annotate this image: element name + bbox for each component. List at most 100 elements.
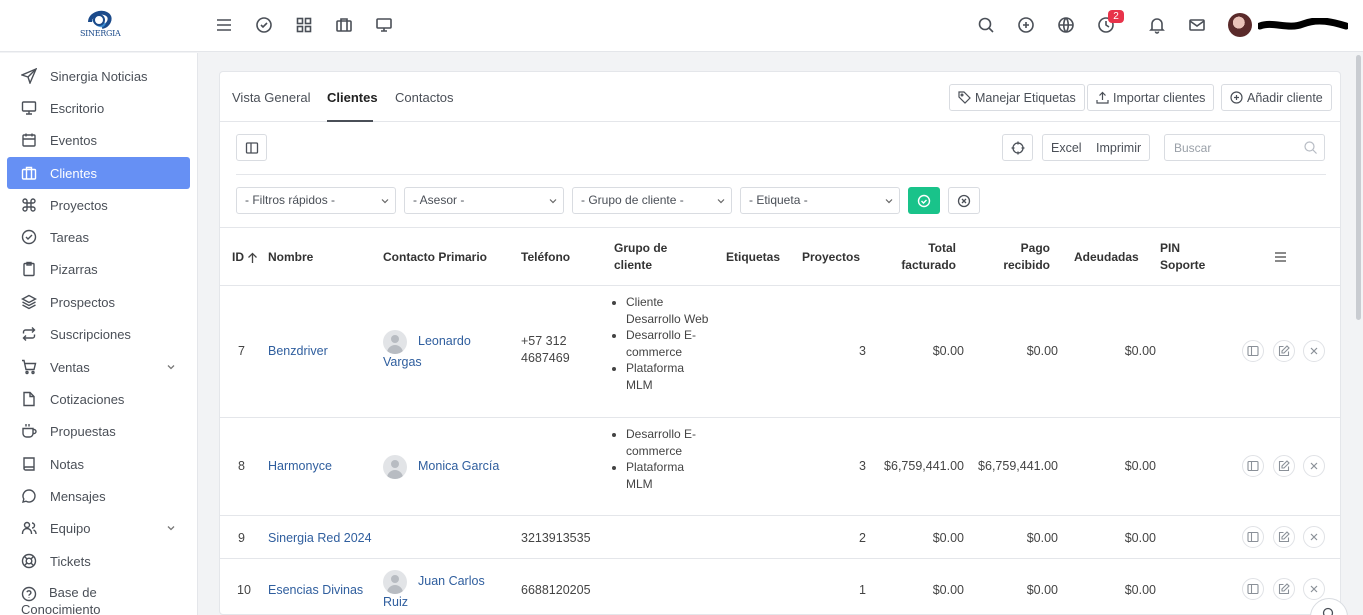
delete-button[interactable] xyxy=(1303,455,1325,477)
toggle-columns-button[interactable] xyxy=(236,134,267,161)
sidebar-item-prospectos[interactable]: Prospectos xyxy=(7,286,190,318)
quick-filter-select[interactable]: - Filtros rápidos - xyxy=(236,187,396,214)
tab-vista-general[interactable]: Vista General xyxy=(232,90,311,105)
contact-link-line2[interactable]: Vargas xyxy=(383,354,422,371)
tab-clientes[interactable]: Clientes xyxy=(327,90,378,105)
bell-icon[interactable] xyxy=(1148,16,1166,34)
user-name-redacted[interactable] xyxy=(1258,18,1348,32)
view-button[interactable] xyxy=(1242,526,1264,548)
search-input[interactable] xyxy=(1165,135,1295,160)
sidebar-item-noticias[interactable]: Sinergia Noticias xyxy=(7,60,190,92)
message-icon xyxy=(21,488,37,504)
column-total-billed[interactable]: Total facturado xyxy=(860,240,956,274)
clear-filters-button[interactable] xyxy=(948,187,980,214)
column-payment-received[interactable]: Pago recibido xyxy=(960,240,1050,274)
client-name-link[interactable]: Sinergia Red 2024 xyxy=(268,530,372,547)
sidebar-item-suscripciones[interactable]: Suscripciones xyxy=(7,318,190,350)
cell-id: 8 xyxy=(238,459,245,473)
edit-button[interactable] xyxy=(1273,340,1295,362)
menu-icon[interactable] xyxy=(215,16,233,34)
sidebar-item-mensajes[interactable]: Mensajes xyxy=(7,480,190,512)
column-tags[interactable]: Etiquetas xyxy=(726,249,780,266)
sidebar-item-base-conocimiento[interactable]: Base de Conocimiento xyxy=(21,585,101,615)
view-button[interactable] xyxy=(1242,455,1264,477)
plus-circle-icon[interactable] xyxy=(1017,16,1035,34)
column-projects[interactable]: Proyectos xyxy=(802,249,860,266)
tab-contactos[interactable]: Contactos xyxy=(395,90,454,105)
group-item-text: Desarrollo E- xyxy=(626,427,697,441)
sinergia-logo[interactable] xyxy=(78,8,120,44)
briefcase-icon[interactable] xyxy=(335,16,353,34)
edit-icon xyxy=(1278,460,1290,472)
import-clients-label: Importar clientes xyxy=(1113,90,1206,105)
excel-button[interactable]: Excel xyxy=(1042,134,1091,161)
column-phone[interactable]: Teléfono xyxy=(521,249,570,266)
cell-id: 7 xyxy=(238,344,245,358)
globe-icon[interactable] xyxy=(1057,16,1075,34)
calendar-icon xyxy=(21,132,37,148)
column-pin-support[interactable]: PIN Soporte xyxy=(1160,240,1205,274)
group-item-text: MLM xyxy=(626,476,653,491)
column-group[interactable]: Grupo de cliente xyxy=(614,240,667,274)
sidebar-item-cotizaciones[interactable]: Cotizaciones xyxy=(7,383,190,415)
manage-tags-button[interactable]: Manejar Etiquetas xyxy=(949,84,1085,111)
cell-payment-received: $0.00 xyxy=(1026,531,1058,545)
group-item-text: Desarrollo E- xyxy=(626,328,697,342)
sidebar-item-tareas[interactable]: Tareas xyxy=(7,221,190,253)
sidebar-item-propuestas[interactable]: Propuestas xyxy=(7,415,190,447)
import-clients-button[interactable]: Importar clientes xyxy=(1087,84,1215,111)
contact-link-line2[interactable]: Ruiz xyxy=(383,594,408,611)
sidebar-item-notas[interactable]: Notas xyxy=(7,448,190,480)
notification-badge: 2 xyxy=(1108,10,1124,23)
briefcase-icon xyxy=(21,165,37,181)
sidebar-item-escritorio[interactable]: Escritorio xyxy=(7,92,190,124)
column-menu-icon[interactable] xyxy=(1274,251,1287,263)
contact-link-line1[interactable]: Leonardo xyxy=(418,333,471,350)
view-button[interactable] xyxy=(1242,340,1264,362)
crosshair-button[interactable] xyxy=(1002,134,1033,161)
column-due[interactable]: Adeudadas xyxy=(1074,249,1139,266)
sidebar-item-pizarras[interactable]: Pizarras xyxy=(7,253,190,285)
view-button[interactable] xyxy=(1242,578,1264,600)
contact-link-line1[interactable]: Juan Carlos xyxy=(418,573,485,590)
coffee-icon xyxy=(21,423,37,439)
client-name-link[interactable]: Benzdriver xyxy=(268,343,328,360)
monitor-icon[interactable] xyxy=(375,16,393,34)
edit-button[interactable] xyxy=(1273,526,1295,548)
sidebar-item-tickets[interactable]: Tickets xyxy=(7,545,190,577)
column-name[interactable]: Nombre xyxy=(268,249,313,266)
page-scrollbar[interactable] xyxy=(1356,55,1361,320)
column-id[interactable]: ID xyxy=(232,249,244,266)
user-avatar[interactable] xyxy=(1228,13,1252,37)
grid-icon[interactable] xyxy=(295,16,313,34)
delete-button[interactable] xyxy=(1303,340,1325,362)
client-group-select[interactable]: - Grupo de cliente - xyxy=(572,187,732,214)
apply-filters-button[interactable] xyxy=(908,187,940,214)
client-name-link[interactable]: Harmonyce xyxy=(268,458,332,475)
sidebar-item-ventas[interactable]: Ventas xyxy=(7,351,190,383)
search-icon[interactable] xyxy=(977,16,995,34)
sort-ascending-icon[interactable] xyxy=(247,252,258,264)
search-field[interactable] xyxy=(1164,134,1325,161)
tag-select[interactable]: - Etiqueta - xyxy=(740,187,900,214)
edit-button[interactable] xyxy=(1273,455,1295,477)
sidebar-item-label: Ventas xyxy=(50,359,90,375)
check-circle-icon[interactable] xyxy=(255,16,273,34)
add-client-button[interactable]: Añadir cliente xyxy=(1221,84,1332,111)
print-button[interactable]: Imprimir xyxy=(1088,134,1151,161)
contact-link-line1[interactable]: Monica García xyxy=(418,458,499,475)
panel-icon xyxy=(1247,460,1259,472)
group-item-text: Plataforma xyxy=(626,361,685,375)
sidebar-item-clientes[interactable]: Clientes xyxy=(7,157,190,189)
mail-icon[interactable] xyxy=(1188,16,1206,34)
sidebar-item-equipo[interactable]: Equipo xyxy=(7,512,190,544)
advisor-select[interactable]: - Asesor - xyxy=(404,187,564,214)
edit-button[interactable] xyxy=(1273,578,1295,600)
client-name-link[interactable]: Esencias Divinas xyxy=(268,582,363,599)
column-contact[interactable]: Contacto Primario xyxy=(383,249,487,266)
edit-icon xyxy=(1278,531,1290,543)
sidebar-item-proyectos[interactable]: Proyectos xyxy=(7,189,190,221)
delete-button[interactable] xyxy=(1303,526,1325,548)
delete-button[interactable] xyxy=(1303,578,1325,600)
sidebar-item-eventos[interactable]: Eventos xyxy=(7,124,190,156)
